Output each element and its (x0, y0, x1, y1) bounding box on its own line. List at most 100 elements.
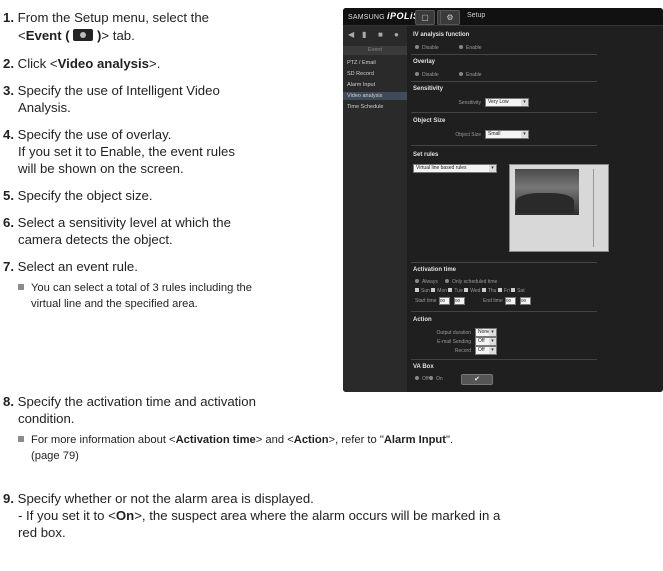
step-4-line3: will be shown on the screen. (18, 161, 184, 176)
day-label: Fri (503, 288, 510, 294)
step-number: 6. (3, 215, 14, 230)
note-bold: Action (293, 434, 329, 446)
day-checkbox[interactable]: Mon (431, 288, 447, 294)
logo-samsung: SAMSUNG (348, 14, 385, 21)
section-set-rules: Set rules (413, 152, 439, 158)
day-checkboxes: Sun Mon Tue Wed Thu Fri Sat (415, 288, 525, 294)
sidebar-item-alarm-input[interactable]: Alarm Input (347, 82, 375, 88)
step-text: Select a sensitivity level at which the (17, 215, 231, 230)
iv-enable-radio[interactable]: Enable (459, 45, 482, 51)
day-checkbox[interactable]: Thu (481, 288, 497, 294)
bullet-square-icon (18, 436, 24, 442)
step-9-line2: - If you set it to <On>, the suspect are… (18, 507, 500, 524)
step-8-note: For more information about <Activation t… (18, 433, 453, 448)
day-checkbox[interactable]: Wed (464, 288, 480, 294)
output-duration-select[interactable]: None (475, 328, 497, 337)
note-text: ". (445, 434, 454, 446)
divider (411, 112, 597, 113)
sidebar-item-video-analysis[interactable]: Video analysis (343, 92, 407, 100)
monitor-tab-icon[interactable]: ▢ (415, 10, 435, 25)
event-tab-label: Event ( (25, 28, 70, 43)
setup-gear-icon[interactable]: ⚙ (440, 10, 460, 25)
event-icon[interactable]: ■ (378, 30, 383, 39)
checkbox-icon (431, 288, 436, 292)
record-select[interactable]: Off (475, 346, 497, 355)
end-minute-input[interactable]: 00 (520, 297, 531, 305)
only-scheduled-radio[interactable]: Only scheduled time (445, 279, 497, 285)
divider (411, 359, 597, 360)
step-number: 1. (3, 10, 14, 25)
divider (411, 145, 597, 146)
step-text: Specify the activation time and activati… (17, 394, 256, 409)
top-bar: SAMSUNG iPOLiS ▢ ▶ ⚙ Setup (343, 8, 663, 26)
sensitivity-label: Sensitivity (458, 100, 481, 106)
day-label: Tue (454, 288, 463, 294)
brand-logo: SAMSUNG iPOLiS (348, 11, 419, 21)
step-text: >. (149, 56, 161, 71)
section-iv-analysis: IV analysis function (413, 32, 470, 38)
va-box-off-radio[interactable]: Off (415, 376, 429, 382)
sidebar-item-time-schedule[interactable]: Time Schedule (347, 104, 383, 110)
section-action: Action (413, 317, 432, 323)
end-hour-input[interactable]: 00 (505, 297, 516, 305)
video-audio-icon[interactable]: ◀ (348, 30, 354, 39)
step-1-line2: <Event ( )> tab. (18, 27, 135, 44)
step-6: 6. Select a sensitivity level at which t… (3, 214, 231, 231)
day-checkbox[interactable]: Sat (511, 288, 525, 294)
start-minute-input[interactable]: 00 (454, 297, 465, 305)
apply-button[interactable]: ✔ (461, 374, 493, 385)
step-text: Specify the use of overlay. (17, 127, 172, 142)
setup-screenshot: SAMSUNG iPOLiS ▢ ▶ ⚙ Setup ◀ ▮ ■ ● Event… (343, 8, 663, 392)
note-text: > and < (255, 434, 294, 446)
overlay-disable-radio[interactable]: Disable (415, 72, 439, 78)
object-size-select[interactable]: Small (485, 130, 529, 139)
day-label: Thu (487, 288, 497, 294)
checkbox-icon (511, 288, 516, 292)
start-hour-input[interactable]: 00 (439, 297, 450, 305)
output-duration-label: Output duration (436, 330, 471, 336)
day-label: Mon (437, 288, 448, 294)
step-6-line2: camera detects the object. (18, 232, 173, 247)
step-4: 4. Specify the use of overlay. (3, 126, 171, 143)
sensitivity-select[interactable]: Very Low (485, 98, 529, 107)
step-8-note-line2: (page 79) (31, 450, 79, 462)
step-9-line3: red box. (18, 525, 66, 540)
email-sending-select[interactable]: Off (475, 337, 497, 346)
note-bold: Alarm Input (383, 434, 446, 446)
section-object-size: Object Size (413, 118, 446, 124)
network-icon[interactable]: ▮ (362, 30, 366, 39)
sidebar-item-sd-record[interactable]: SD Record (347, 71, 374, 77)
always-radio[interactable]: Always (415, 279, 438, 285)
step-number: 3. (3, 83, 14, 98)
setup-title: Setup (467, 12, 486, 19)
start-time-label: Start time (415, 298, 437, 304)
day-checkbox[interactable]: Fri (497, 288, 510, 294)
step-5: 5. Specify the object size. (3, 187, 153, 204)
checkbox-icon (448, 288, 453, 292)
step-3: 3. Specify the use of Intelligent Video (3, 82, 220, 99)
note-text: For more information about < (31, 434, 176, 446)
sidebar-item-ptz-email[interactable]: PTZ / Email (347, 60, 376, 66)
step-7-note: You can select a total of 3 rules includ… (18, 281, 252, 296)
camera-preview-shadow (516, 193, 574, 213)
step-text: Specify the use of Intelligent Video (17, 83, 220, 98)
va-box-on-radio[interactable]: On (429, 376, 443, 382)
overlay-enable-radio[interactable]: Enable (459, 72, 482, 78)
step-text: Select an event rule. (17, 259, 138, 274)
checkbox-icon (464, 288, 469, 292)
sidebar-header-event: Event (343, 46, 407, 55)
note-bold: Activation time (175, 434, 256, 446)
system-icon[interactable]: ● (394, 30, 399, 39)
step-7: 7. Select an event rule. (3, 258, 138, 275)
iv-disable-radio[interactable]: Disable (415, 45, 439, 51)
step-number: 8. (3, 394, 14, 409)
note-text: >, refer to " (328, 434, 384, 446)
rules-select[interactable]: Virtual line based rules (413, 164, 497, 173)
day-checkbox[interactable]: Tue (448, 288, 463, 294)
day-checkbox[interactable]: Sun (415, 288, 430, 294)
step-3-line2: Analysis. (18, 100, 71, 115)
step-text: > tab. (101, 28, 135, 43)
rule-preview (509, 164, 609, 252)
record-label: Record (454, 348, 471, 354)
event-camera-icon (73, 29, 94, 41)
